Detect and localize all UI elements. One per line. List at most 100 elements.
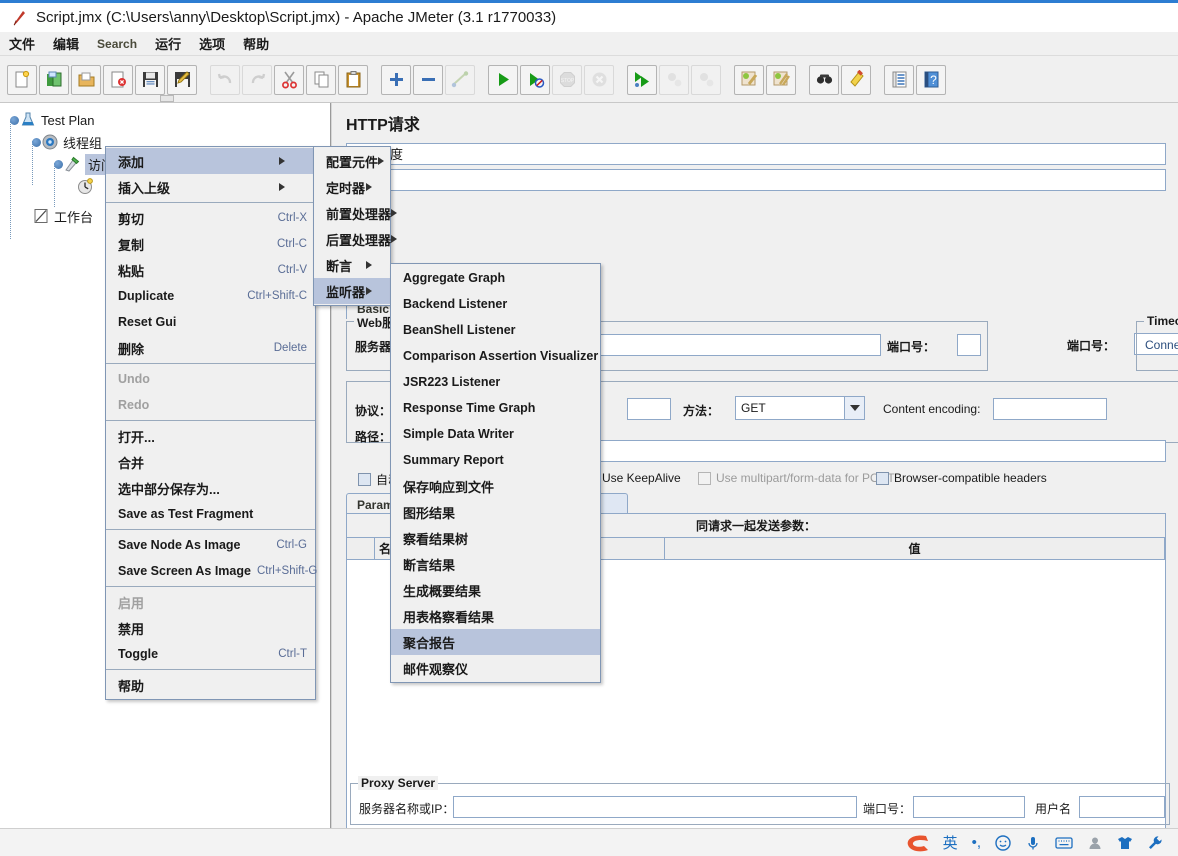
checkbox-browser-compatible-headers[interactable]: Browser-compatible headers [876,471,1047,485]
listener-backend-listener[interactable]: Backend Listener [391,291,600,317]
ctx-save-as-test-fragment[interactable]: Save as Test Fragment [106,501,315,527]
ctx-add[interactable]: 添加 [106,148,315,174]
listener-simple-data-writer[interactable]: Simple Data Writer [391,421,600,447]
listener-mailer-visualizer[interactable]: 邮件观察仪 [391,655,600,681]
menu-edit[interactable]: 编辑 [44,31,88,56]
listener-save-responses-to-file[interactable]: 保存响应到文件 [391,473,600,499]
ctx-help[interactable]: 帮助 [106,672,315,698]
listener-submenu[interactable]: Aggregate Graph Backend Listener BeanShe… [390,263,601,683]
tree-expand-handle-icon[interactable] [10,115,19,125]
clear-all-icon[interactable] [766,64,796,95]
save-icon[interactable] [135,64,165,95]
user-icon[interactable] [1087,835,1103,851]
listener-beanshell-listener[interactable]: BeanShell Listener [391,317,600,343]
skin-icon[interactable] [1117,835,1133,851]
search-reset-icon[interactable] [841,64,871,95]
ctx-duplicate[interactable]: Duplicate Ctrl+Shift-C [106,283,315,309]
ctx-save-node-as-image[interactable]: Save Node As Image Ctrl-G [106,532,315,558]
add-pre-processor[interactable]: 前置处理器 [314,200,398,226]
listener-graph-results[interactable]: 图形结果 [391,499,600,525]
menu-options[interactable]: 选项 [190,31,234,56]
protocol-input[interactable] [627,398,671,420]
listener-aggregate-graph[interactable]: Aggregate Graph [391,265,600,291]
paste-icon[interactable] [338,64,368,95]
cut-icon[interactable] [274,64,304,95]
expand-all-icon[interactable] [381,64,411,95]
add-assertion[interactable]: 断言 [314,252,390,278]
chevron-down-icon[interactable] [844,397,864,419]
menu-run[interactable]: 运行 [146,31,190,56]
copy-icon[interactable] [306,64,336,95]
sogou-logo-icon[interactable] [904,833,930,853]
ctx-save-screen-as-image[interactable]: Save Screen As Image Ctrl+Shift-G [106,558,317,584]
close-icon[interactable] [103,64,133,95]
tree-context-menu[interactable]: 添加 插入上级 剪切 Ctrl-X 复制 Ctrl-C 粘贴 Ctrl-V Dupli… [105,146,317,700]
ime-toolbar[interactable]: 英 •, [0,828,1178,856]
ctx-cut[interactable]: 剪切 Ctrl-X [106,205,315,231]
menu-file[interactable]: 文件 [0,31,44,56]
proxy-port-input[interactable] [913,796,1025,818]
tool-bar[interactable]: STOP ? [0,57,1178,103]
ctx-open[interactable]: 打开... [106,423,315,449]
search-icon[interactable] [809,64,839,95]
listener-comparison-assertion-visualizer[interactable]: Comparison Assertion Visualizer [391,343,600,369]
language-mode-icon[interactable]: 英 [943,832,958,853]
emoji-icon[interactable] [995,834,1011,851]
collapse-all-icon[interactable] [413,64,443,95]
start-icon[interactable] [488,64,518,95]
listener-response-time-graph[interactable]: Response Time Graph [391,395,600,421]
checkbox-box-icon[interactable] [358,473,371,486]
listener-aggregate-report[interactable]: 聚合报告 [391,629,600,655]
add-timer[interactable]: 定时器 [314,174,390,200]
save-as-icon[interactable] [167,64,197,95]
ctx-reset-gui[interactable]: Reset Gui [106,309,315,335]
tree-node-test-plan[interactable]: Test Plan [6,109,330,131]
add-submenu[interactable]: 配置元件 定时器 前置处理器 后置处理器 断言 监听器 [313,146,398,306]
ctx-disable[interactable]: 禁用 [106,615,315,641]
checkbox-box-icon [698,471,711,485]
function-helper-icon[interactable] [884,64,914,95]
help-icon[interactable]: ? [916,64,946,95]
start-remote-all-icon[interactable] [627,64,657,95]
soft-keyboard-icon[interactable] [1055,836,1073,850]
toolbox-icon[interactable] [1147,835,1163,851]
tree-expand-handle-icon[interactable] [54,159,63,169]
ctx-copy[interactable]: 复制 Ctrl-C [106,231,315,257]
tree-expand-handle-icon[interactable] [32,137,41,147]
content-encoding-input[interactable] [993,398,1107,420]
listener-summary-report[interactable]: Summary Report [391,447,600,473]
listener-jsr223-listener[interactable]: JSR223 Listener [391,369,600,395]
start-no-timers-icon[interactable] [520,64,550,95]
ctx-paste[interactable]: 粘贴 Ctrl-V [106,257,315,283]
voice-input-icon[interactable] [1025,835,1041,851]
listener-generate-summary-results[interactable]: 生成概要结果 [391,577,600,603]
ctx-merge[interactable]: 合并 [106,449,315,475]
element-name-input[interactable]: 访问百度 [346,143,1166,165]
ctx-save-selection-as[interactable]: 选中部分保存为... [106,475,315,501]
new-icon[interactable] [7,64,37,95]
open-icon[interactable] [71,64,101,95]
menu-item-label: Summary Report [403,453,504,467]
templates-icon[interactable] [39,64,69,95]
listener-view-results-in-table[interactable]: 用表格察看结果 [391,603,600,629]
proxy-username-input[interactable] [1079,796,1165,818]
ctx-insert-parent[interactable]: 插入上级 [106,174,315,200]
menu-search[interactable]: Search [88,34,146,54]
split-pane-grip[interactable] [160,95,174,102]
comments-input[interactable] [346,169,1166,191]
add-config-element[interactable]: 配置元件 [314,148,390,174]
listener-view-results-tree[interactable]: 察看结果树 [391,525,600,551]
add-listener[interactable]: 监听器 [314,278,390,304]
proxy-server-name-input[interactable] [453,796,857,818]
menu-bar[interactable]: 文件 编辑 Search 运行 选项 帮助 [0,32,1178,56]
checkbox-box-icon[interactable] [876,471,889,485]
menu-help[interactable]: 帮助 [234,31,278,56]
ctx-delete[interactable]: 删除 Delete [106,335,315,361]
port-input[interactable] [957,334,981,356]
method-select[interactable]: GET [735,396,865,420]
add-post-processor[interactable]: 后置处理器 [314,226,398,252]
listener-assertion-results[interactable]: 断言结果 [391,551,600,577]
punctuation-icon[interactable]: •, [972,834,981,851]
clear-icon[interactable] [734,64,764,95]
ctx-toggle[interactable]: Toggle Ctrl-T [106,641,315,667]
